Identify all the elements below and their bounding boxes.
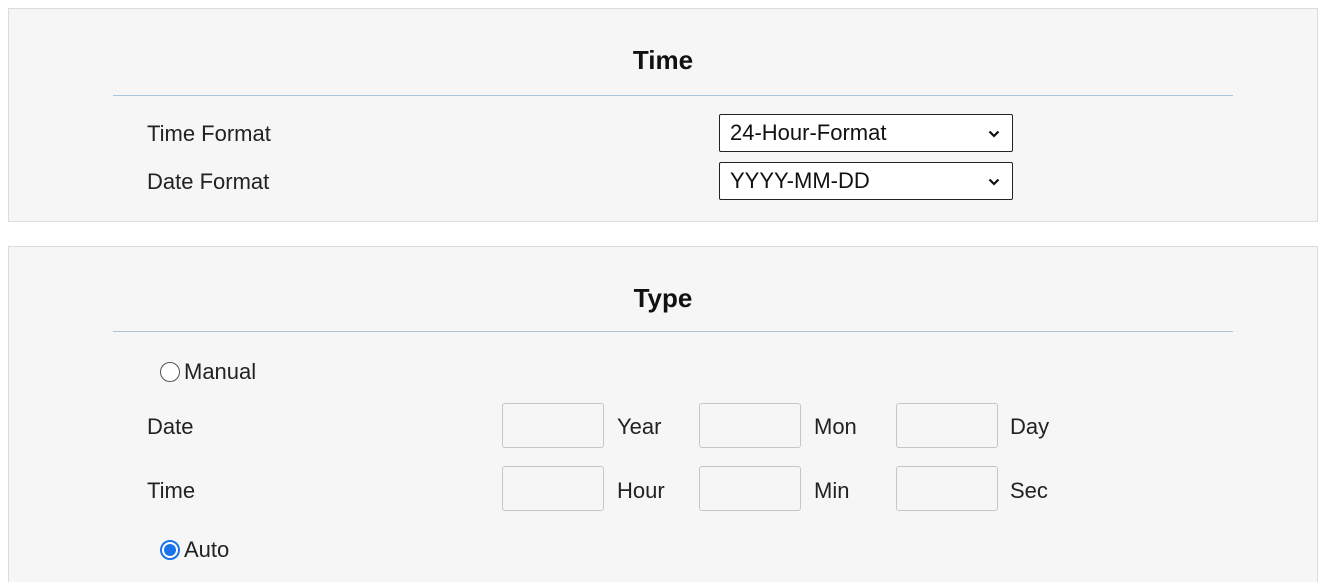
- date-row-label: Date: [147, 414, 194, 439]
- date-format-select[interactable]: YYYY-MM-DD: [719, 162, 1013, 200]
- manual-radio-indicator[interactable]: [160, 362, 180, 382]
- time-section-title: Time: [632, 45, 694, 75]
- type-section-divider: [113, 331, 1233, 332]
- type-section-title: Type: [633, 283, 693, 313]
- second-input[interactable]: [896, 466, 998, 511]
- auto-radio[interactable]: Auto: [160, 537, 229, 563]
- auto-radio-label: Auto: [184, 537, 230, 562]
- hour-input[interactable]: [502, 466, 604, 511]
- month-unit-label: Mon: [814, 414, 857, 439]
- time-panel: Time Time Format 24-Hour-Format Date For…: [8, 8, 1318, 222]
- chevron-down-icon: [988, 178, 1000, 186]
- second-unit-label: Sec: [1010, 478, 1048, 503]
- minute-unit-label: Min: [814, 478, 850, 503]
- manual-radio-label: Manual: [184, 359, 257, 384]
- type-panel: Type Manual Date Year Mon Day Time Hour …: [8, 246, 1318, 582]
- time-row-label: Time: [147, 478, 196, 503]
- month-input[interactable]: [699, 403, 801, 448]
- year-unit-label: Year: [617, 414, 662, 439]
- hour-unit-label: Hour: [617, 478, 665, 503]
- date-format-label: Date Format: [147, 169, 270, 194]
- date-format-value: YYYY-MM-DD: [730, 168, 870, 193]
- time-section-divider: [113, 95, 1233, 96]
- time-format-label: Time Format: [147, 121, 271, 146]
- time-format-value: 24-Hour-Format: [730, 120, 887, 145]
- time-settings-page: Time Time Format 24-Hour-Format Date For…: [0, 0, 1326, 582]
- auto-radio-indicator[interactable]: [160, 540, 180, 560]
- day-unit-label: Day: [1010, 414, 1050, 439]
- manual-radio[interactable]: Manual: [160, 359, 256, 385]
- day-input[interactable]: [896, 403, 998, 448]
- minute-input[interactable]: [699, 466, 801, 511]
- time-format-select[interactable]: 24-Hour-Format: [719, 114, 1013, 152]
- year-input[interactable]: [502, 403, 604, 448]
- chevron-down-icon: [988, 130, 1000, 138]
